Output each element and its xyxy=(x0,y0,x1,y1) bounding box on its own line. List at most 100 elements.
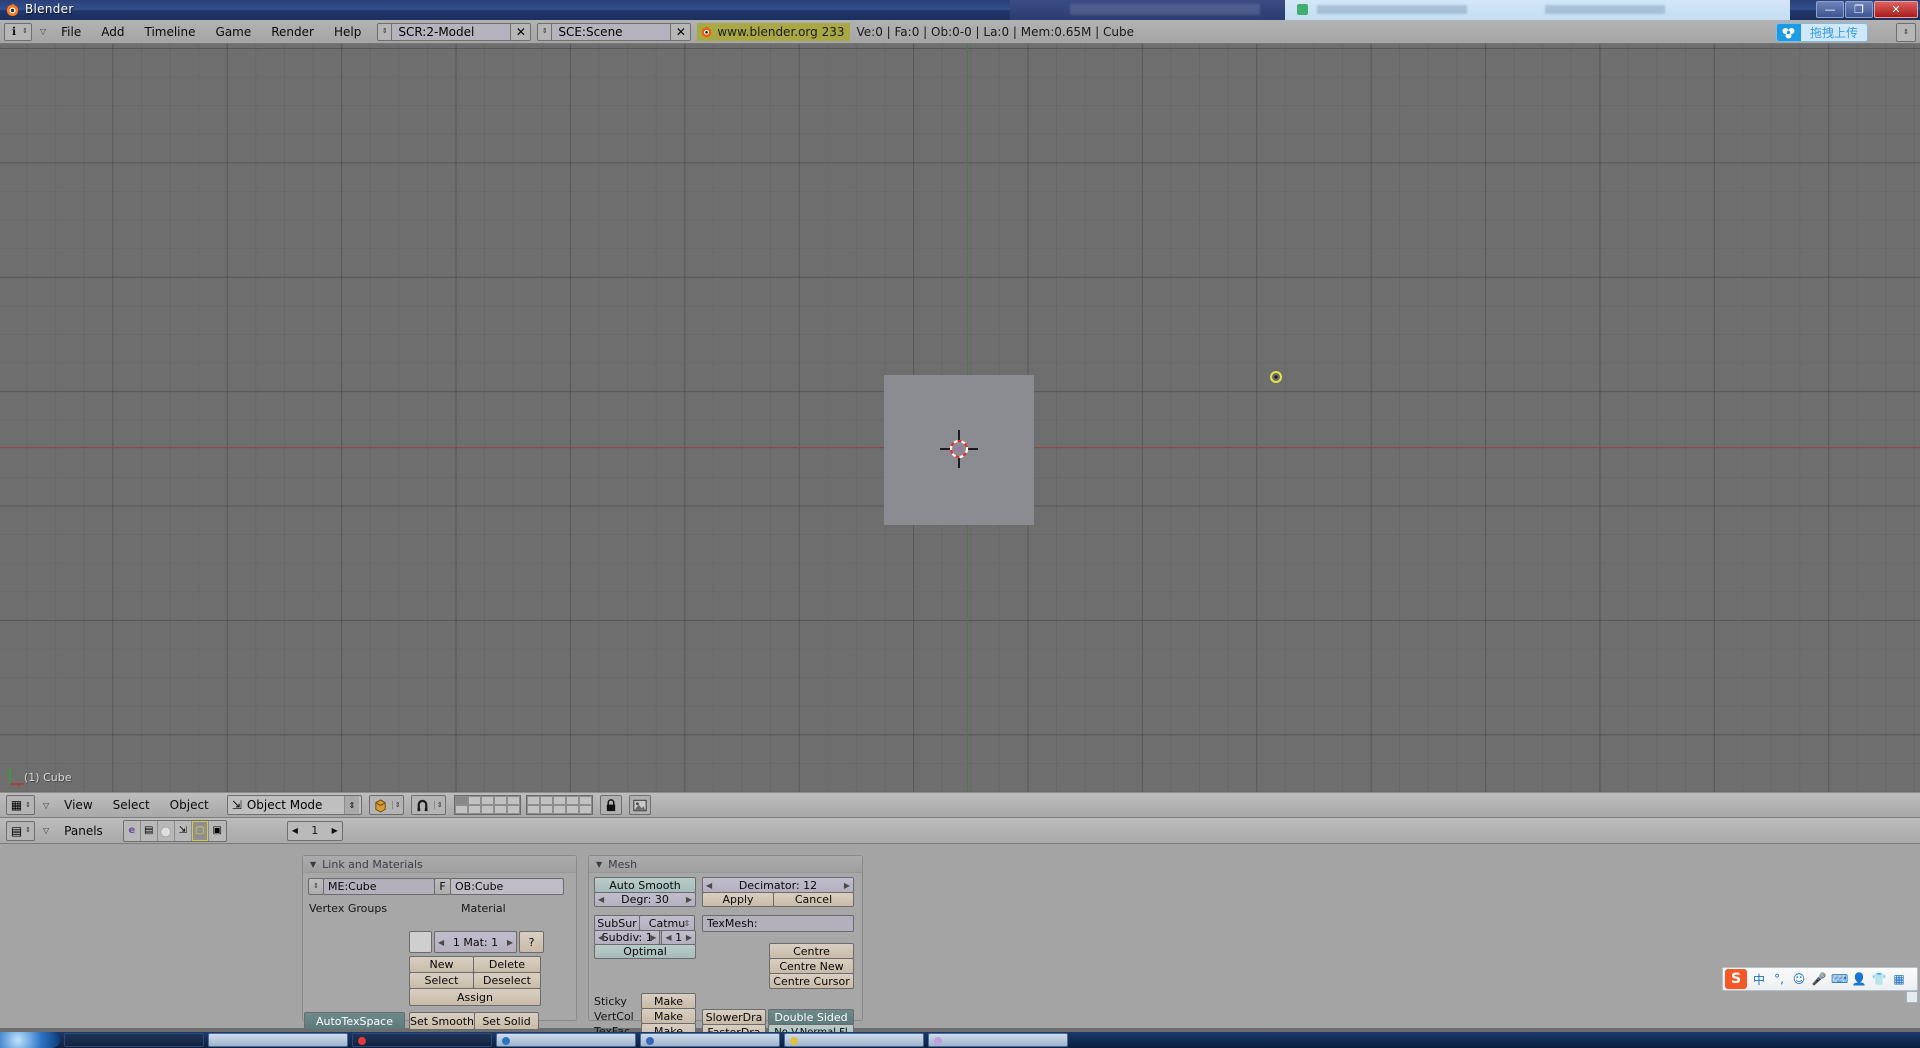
left-arrow-icon[interactable]: ◀ xyxy=(665,933,671,942)
fake-user-button[interactable]: F xyxy=(434,878,451,895)
layer-cell[interactable] xyxy=(493,796,507,805)
tab-object[interactable]: ▤ xyxy=(140,820,158,841)
double-sided-button[interactable]: Double Sided xyxy=(768,1009,854,1025)
taskbar-item[interactable] xyxy=(496,1033,636,1047)
buttons-pin-stepper[interactable]: ◀ 1 ▶ xyxy=(286,820,343,841)
ime-toolbox-icon[interactable]: ▦ xyxy=(1891,972,1907,986)
restore-button[interactable]: ❐ xyxy=(1845,1,1873,18)
sticky-make-button[interactable]: Make xyxy=(641,993,696,1009)
layer-cell[interactable] xyxy=(578,796,592,805)
taskbar-item[interactable] xyxy=(928,1033,1068,1047)
taskbar-item[interactable] xyxy=(640,1033,780,1047)
render-preview-button[interactable] xyxy=(628,795,651,815)
rotation-pivot-select[interactable]: ⇕ xyxy=(410,795,446,815)
ime-voice-input-icon[interactable]: 🎤 xyxy=(1811,972,1827,986)
tab-editing-object[interactable]: ⇲ xyxy=(174,820,192,841)
layer-cell[interactable] xyxy=(578,805,592,814)
left-arrow-icon[interactable]: ◀ xyxy=(598,895,604,904)
right-arrow-icon[interactable]: ▶ xyxy=(507,938,513,947)
right-arrow-icon[interactable]: ▶ xyxy=(650,933,656,942)
menu-object[interactable]: Object xyxy=(160,798,219,812)
layer-cell[interactable] xyxy=(565,796,579,805)
layers-block-first[interactable] xyxy=(453,795,521,815)
panel-link-and-materials-header[interactable]: ▼ Link and Materials xyxy=(303,856,576,873)
taskbar-item[interactable] xyxy=(64,1033,204,1047)
sogou-ime-toolbar[interactable]: S 中 °, ☺ 🎤 ⌨ 👤 👕 ▦ xyxy=(1722,967,1918,991)
screen-browse-icon[interactable]: ⇕ xyxy=(378,23,393,40)
material-help-button[interactable]: ? xyxy=(519,931,544,953)
menu-timeline[interactable]: Timeline xyxy=(134,25,205,39)
mesh-name-field[interactable]: ME:Cube xyxy=(323,878,435,895)
auto-tex-space-button[interactable]: AutoTexSpace xyxy=(304,1012,405,1030)
layer-cell[interactable] xyxy=(552,805,566,814)
menu-panels[interactable]: Panels xyxy=(54,824,113,838)
material-preview-swatch[interactable] xyxy=(409,931,432,953)
deselect-vertex-group-button[interactable]: Deselect xyxy=(473,972,541,989)
panel-mesh-header[interactable]: ▼ Mesh xyxy=(589,856,862,873)
delete-scene-button[interactable]: ✕ xyxy=(670,23,691,40)
subsurf-type-select[interactable]: Catmu ⇕ xyxy=(639,915,695,931)
tab-shading[interactable]: e xyxy=(123,820,141,841)
object-name-field[interactable]: OB:Cube xyxy=(450,878,564,895)
layer-cell[interactable] xyxy=(467,796,481,805)
ime-skin-icon[interactable]: 👕 xyxy=(1871,972,1887,986)
buttons-context-tabs[interactable]: e ▤ ● ⇲ ▢ ▣ xyxy=(122,819,227,842)
header-collapse-arrow-icon[interactable]: ▽ xyxy=(40,27,46,36)
window-type-selector-info[interactable]: ℹ ⇕ xyxy=(4,22,32,41)
upload-chip-button[interactable]: 拖拽上传 xyxy=(1775,23,1868,42)
taskbar-item[interactable] xyxy=(352,1033,492,1047)
delete-vertex-group-button[interactable]: Delete xyxy=(473,956,541,973)
sogou-logo-icon[interactable]: S xyxy=(1725,969,1747,989)
interaction-mode-select[interactable]: ⇲ Object Mode ⇕ xyxy=(226,795,362,815)
delete-screen-button[interactable]: ✕ xyxy=(510,23,531,40)
windows-taskbar[interactable] xyxy=(0,1032,1920,1048)
close-button[interactable]: ✕ xyxy=(1874,1,1918,18)
view-header-collapse-arrow-icon[interactable]: ▽ xyxy=(43,801,49,810)
subsurf-toggle[interactable]: SubSur xyxy=(594,915,640,931)
centre-button[interactable]: Centre xyxy=(769,943,854,959)
tab-world[interactable]: ● xyxy=(157,820,175,841)
auto-smooth-degr-slider[interactable]: ◀ Degr: 30 ▶ xyxy=(594,892,696,907)
select-vertex-group-button[interactable]: Select xyxy=(409,972,474,989)
assign-material-button[interactable]: Assign xyxy=(409,988,541,1006)
layer-cell[interactable] xyxy=(565,805,579,814)
set-solid-button[interactable]: Set Solid xyxy=(474,1012,539,1030)
ime-resize-grip[interactable] xyxy=(1906,991,1918,1003)
buttons-header-collapse-arrow-icon[interactable]: ▽ xyxy=(43,826,49,835)
minimize-button[interactable]: — xyxy=(1816,1,1844,18)
up-down-arrows-icon[interactable]: ⇕ xyxy=(683,919,691,927)
left-arrow-icon[interactable]: ◀ xyxy=(598,933,604,942)
layer-cell[interactable] xyxy=(506,796,520,805)
menu-view[interactable]: View xyxy=(54,798,102,812)
start-button[interactable] xyxy=(0,1032,60,1048)
menu-render[interactable]: Render xyxy=(261,25,324,39)
lamp-object[interactable] xyxy=(1270,371,1282,383)
decimator-apply-button[interactable]: Apply xyxy=(702,892,774,907)
layer-cell[interactable] xyxy=(526,805,540,814)
ime-chinese-mode-icon[interactable]: 中 xyxy=(1751,971,1767,988)
taskbar-item[interactable] xyxy=(784,1033,924,1047)
tab-scene[interactable]: ▣ xyxy=(208,820,226,841)
vertcol-make-button[interactable]: Make xyxy=(641,1008,696,1024)
subdiv-render-stepper[interactable]: ◀ 1 ▶ xyxy=(661,930,696,945)
layer-cell[interactable] xyxy=(539,805,553,814)
header-scroll-stepper[interactable]: ⇕ xyxy=(1896,23,1916,42)
material-index-stepper[interactable]: ◀ 1 Mat: 1 ▶ xyxy=(434,931,517,953)
ime-punctuation-icon[interactable]: °, xyxy=(1771,972,1787,986)
lock-layers-button[interactable] xyxy=(599,795,622,815)
collapse-triangle-icon[interactable]: ▼ xyxy=(310,860,316,869)
ime-soft-keyboard-icon[interactable]: ⌨ xyxy=(1831,972,1848,986)
ime-user-center-icon[interactable]: 👤 xyxy=(1851,972,1867,986)
up-down-arrows-icon[interactable]: ⇕ xyxy=(343,796,359,814)
panel-link-and-materials[interactable]: ▼ Link and Materials ⇕ ME:Cube F OB:Cube… xyxy=(302,855,577,1030)
background-window-browser[interactable] xyxy=(1285,0,1790,20)
layer-cell[interactable] xyxy=(552,796,566,805)
subdiv-viewport-stepper[interactable]: ◀ Subdiv: 1 ▶ xyxy=(594,930,661,945)
layer-cell[interactable] xyxy=(454,796,468,805)
menu-select[interactable]: Select xyxy=(103,798,160,812)
left-arrow-icon[interactable]: ◀ xyxy=(706,881,712,890)
layer-cell[interactable] xyxy=(506,805,520,814)
right-arrow-icon[interactable]: ▶ xyxy=(844,881,850,890)
taskbar-item[interactable] xyxy=(208,1033,348,1047)
new-vertex-group-button[interactable]: New xyxy=(409,956,474,973)
